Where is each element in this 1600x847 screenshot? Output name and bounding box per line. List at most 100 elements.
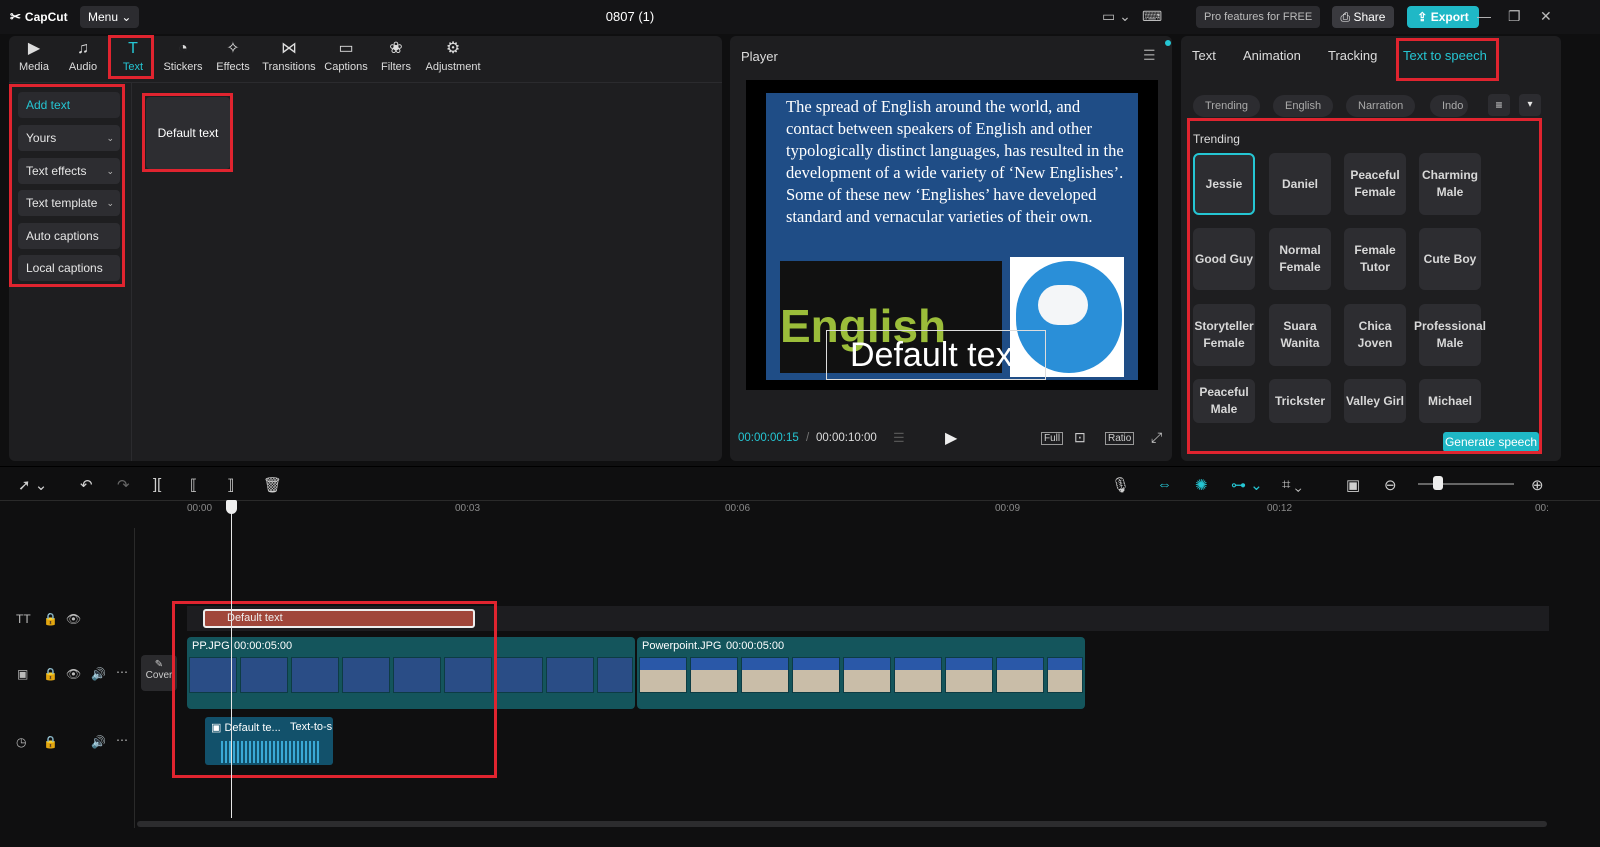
captions-icon: ▭: [338, 40, 354, 57]
delete-icon[interactable]: 🗑: [263, 476, 282, 494]
ruler-line: [0, 500, 1600, 501]
magnet-icon[interactable]: ✺: [1195, 476, 1208, 494]
filter-english[interactable]: English: [1273, 95, 1334, 117]
share-button[interactable]: ⎙ Share: [1332, 6, 1394, 28]
filter-indo[interactable]: Indo: [1430, 95, 1468, 117]
player-title: Player: [741, 49, 778, 64]
title-bar: ✂ CapCut Menu ⌄ 0807 (1) ▭ ⌄ ⌨ Pro featur…: [0, 0, 1600, 34]
highlight-sidebar: [9, 84, 125, 287]
tool-captions[interactable]: ▭ Captions: [318, 40, 374, 73]
sidebar-divider: [131, 83, 132, 461]
restore-icon[interactable]: ❐: [1508, 8, 1521, 25]
full-button[interactable]: Full: [1041, 432, 1064, 445]
pro-features-button[interactable]: Pro features for FREE: [1196, 6, 1321, 28]
time-separator: /: [806, 432, 810, 444]
ruler-label: 00:: [1535, 503, 1549, 514]
trim-right-icon[interactable]: ⟧: [227, 476, 234, 494]
more-icon[interactable]: ⋯: [116, 733, 128, 747]
tool-transitions[interactable]: ⋈ Transitions: [261, 40, 317, 73]
zoom-slider-handle[interactable]: [1433, 476, 1443, 490]
app-logo: ✂ CapCut: [10, 9, 68, 24]
zoom-in-icon[interactable]: ⊕: [1531, 476, 1544, 494]
tab-animation[interactable]: Animation: [1243, 48, 1301, 63]
transitions-icon: ⋈: [281, 40, 297, 57]
close-icon[interactable]: ✕: [1540, 8, 1552, 25]
waveform-icon[interactable]: ☰: [893, 430, 905, 446]
tab-text[interactable]: Text: [1192, 48, 1216, 63]
split-icon[interactable]: ][: [153, 476, 161, 493]
status-dot: [1165, 40, 1171, 46]
lock-icon[interactable]: 🔒: [43, 735, 58, 749]
tool-filters[interactable]: ❀ Filters: [368, 40, 424, 73]
eye-icon[interactable]: 👁: [66, 612, 81, 626]
ruler-label: 00:12: [1267, 503, 1293, 514]
playhead[interactable]: [231, 500, 232, 818]
export-button[interactable]: ⇪ Export: [1407, 6, 1479, 28]
tool-adjustment[interactable]: ⚙ Adjustment: [425, 40, 481, 73]
playhead-handle[interactable]: [226, 500, 237, 514]
clip-duration: 00:00:05:00: [726, 640, 785, 652]
lock-icon[interactable]: 🔒: [43, 612, 58, 626]
tab-tracking[interactable]: Tracking: [1328, 48, 1377, 63]
chain-icon[interactable]: ⊶ ⌄: [1231, 476, 1263, 494]
clip-thumbnail: [792, 657, 840, 693]
clip-thumbnail: [639, 657, 687, 693]
ratio-button[interactable]: Ratio: [1105, 432, 1135, 445]
eye-icon[interactable]: 👁: [66, 667, 81, 681]
redo-icon[interactable]: ↷: [117, 476, 130, 494]
clip-thumbnail: [690, 657, 738, 693]
highlight-tts-tab: [1396, 38, 1499, 81]
tool-stickers[interactable]: ◔ Stickers: [155, 40, 211, 73]
tool-media[interactable]: ▶ Media: [6, 40, 62, 73]
volume-icon[interactable]: 🔊: [91, 735, 106, 749]
timeline-divider: [0, 466, 1600, 467]
lock-icon[interactable]: 🔒: [43, 667, 58, 681]
filters-icon: ❀: [389, 40, 403, 57]
filter-icon[interactable]: ≡: [1488, 94, 1510, 116]
overlay-text[interactable]: Default text: [826, 330, 1046, 380]
clip-thumbnail: [843, 657, 891, 693]
timeline-scrollbar[interactable]: [137, 821, 1547, 827]
highlight-voices: [1187, 118, 1542, 454]
adjustment-icon: ⚙: [445, 40, 461, 57]
tool-audio[interactable]: ♫ Audio: [55, 40, 111, 73]
clip-thumbnail: [546, 657, 594, 693]
link-icon[interactable]: ⇔: [1157, 476, 1172, 493]
undo-icon[interactable]: ↶: [80, 476, 93, 494]
select-tool-icon[interactable]: ➚ ⌄: [18, 476, 47, 494]
toolbar-divider: [9, 82, 722, 83]
filter-trending[interactable]: Trending: [1193, 95, 1261, 117]
ruler-label: 00:09: [995, 503, 1021, 514]
fullscreen-icon[interactable]: ⤢: [1151, 429, 1162, 446]
chevron-down-icon[interactable]: ▾: [1519, 94, 1541, 116]
highlight-default-text: [142, 93, 233, 172]
play-icon[interactable]: ▶: [945, 428, 957, 448]
clip-name: Powerpoint.JPG: [642, 640, 722, 652]
microphone-icon[interactable]: 🎙: [1111, 476, 1130, 494]
clip-thumbnail: [945, 657, 993, 693]
media-icon: ▶: [27, 40, 41, 57]
clip-thumbnail: [1047, 657, 1083, 693]
caption-toggle-icon[interactable]: ▣: [1346, 476, 1360, 494]
audio-icon: ♫: [77, 40, 89, 57]
clip-thumbnail: [741, 657, 789, 693]
audio-track-icon: ◷: [16, 735, 27, 749]
preview-axis-icon[interactable]: ⌗ ⌄: [1282, 476, 1302, 493]
clip-thumbnail: [495, 657, 543, 693]
minimize-icon[interactable]: —: [1477, 8, 1491, 24]
zoom-fit-icon[interactable]: ⊡: [1074, 429, 1086, 446]
slide-text: The spread of English around the world, …: [766, 93, 1138, 256]
player-menu-icon[interactable]: ☰: [1143, 47, 1156, 64]
text-track-icon: TT: [16, 612, 31, 626]
menu-button[interactable]: Menu ⌄: [80, 6, 140, 28]
trim-left-icon[interactable]: ⟦: [190, 476, 197, 494]
zoom-out-icon[interactable]: ⊖: [1384, 476, 1397, 494]
more-icon[interactable]: ⋯: [116, 665, 128, 679]
shortcut-icon[interactable]: ⌨: [1142, 8, 1162, 25]
clip-thumbnail: [597, 657, 633, 693]
track-header-divider: [134, 528, 135, 828]
volume-icon[interactable]: 🔊: [91, 667, 106, 681]
tool-effects[interactable]: ✧ Effects: [205, 40, 261, 73]
filter-narration[interactable]: Narration: [1346, 95, 1416, 117]
layout-icon[interactable]: ▭ ⌄: [1102, 8, 1131, 25]
